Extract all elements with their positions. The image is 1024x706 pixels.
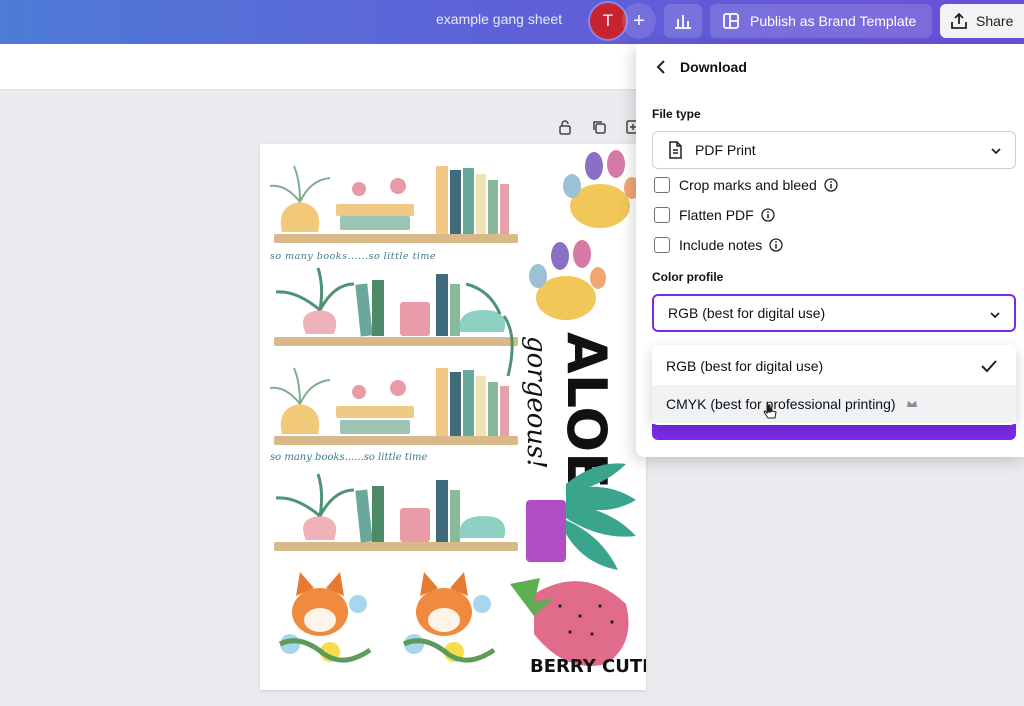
share-button[interactable]: Share xyxy=(940,4,1024,38)
flatten-pdf-label: Flatten PDF xyxy=(679,207,754,223)
option-cmyk-label: CMYK (best for professional printing) xyxy=(666,396,896,412)
panel-title: Download xyxy=(680,59,747,75)
color-profile-select[interactable]: RGB (best for digital use) xyxy=(652,294,1016,332)
chevron-down-icon xyxy=(990,312,1000,319)
bookshelf-illustration-1 xyxy=(269,165,518,243)
template-icon xyxy=(723,13,739,29)
bookshelf-illustration-2 xyxy=(274,267,518,377)
checkmark-icon xyxy=(981,360,997,373)
color-profile-label: Color profile xyxy=(652,270,724,284)
bookshelf-illustration-4 xyxy=(274,473,518,551)
berry-cute-text: BERRY CUTE xyxy=(530,656,646,677)
gorgeous-word: gorgeous! xyxy=(521,336,551,469)
flatten-pdf-option[interactable]: Flatten PDF xyxy=(654,207,775,223)
avatar-initial: T xyxy=(602,11,614,30)
top-toolbar: example gang sheet T + Publish as Brand … xyxy=(0,0,1024,44)
caption-text-2: so many books......so little time xyxy=(270,452,428,463)
dropdown-option-cmyk[interactable]: CMYK (best for professional printing) xyxy=(652,385,1016,423)
design-page[interactable]: so many books......so little time so man… xyxy=(260,144,646,690)
info-icon[interactable] xyxy=(824,178,838,192)
fox-illustration-1 xyxy=(278,572,372,663)
duplicate-page-icon[interactable] xyxy=(590,118,608,136)
info-icon[interactable] xyxy=(761,208,775,222)
user-avatar[interactable]: T xyxy=(590,3,626,39)
add-collaborator-button[interactable]: + xyxy=(622,3,656,39)
crown-icon xyxy=(906,401,917,407)
paw-print-illustration-2 xyxy=(529,240,606,320)
bar-chart-icon xyxy=(675,15,691,29)
publish-brand-template-button[interactable]: Publish as Brand Template xyxy=(710,4,932,38)
include-notes-checkbox[interactable] xyxy=(654,237,670,253)
chevron-down-icon xyxy=(991,148,1001,155)
crop-marks-option[interactable]: Crop marks and bleed xyxy=(654,177,838,193)
back-chevron-icon[interactable] xyxy=(652,57,672,77)
file-type-label: File type xyxy=(652,107,701,121)
include-notes-label: Include notes xyxy=(679,237,763,253)
page-tools xyxy=(556,118,642,136)
strawberry-illustration xyxy=(510,578,629,666)
option-rgb-label: RGB (best for digital use) xyxy=(666,358,824,374)
file-type-select[interactable]: PDF Print xyxy=(652,131,1016,169)
lock-icon[interactable] xyxy=(556,118,574,136)
download-panel-header: Download xyxy=(636,44,1024,90)
bookshelf-illustration-3 xyxy=(269,367,518,445)
download-button-partial[interactable] xyxy=(652,424,1016,440)
fox-illustration-2 xyxy=(402,572,496,663)
plus-icon: + xyxy=(633,9,645,32)
paw-print-illustration-1 xyxy=(563,150,640,228)
aloe-plant-illustration xyxy=(526,463,636,570)
info-icon[interactable] xyxy=(769,238,783,252)
publish-label: Publish as Brand Template xyxy=(750,13,917,29)
gang-sheet-artwork: so many books......so little time so man… xyxy=(269,150,646,677)
caption-text-1: so many books......so little time xyxy=(270,251,436,262)
document-icon xyxy=(669,141,682,159)
color-profile-value: RGB (best for digital use) xyxy=(668,305,826,321)
hand-cursor-icon xyxy=(763,404,777,419)
dropdown-option-rgb[interactable]: RGB (best for digital use) xyxy=(652,347,1016,385)
document-title[interactable]: example gang sheet xyxy=(436,11,562,27)
include-notes-option[interactable]: Include notes xyxy=(654,237,783,253)
color-profile-dropdown: RGB (best for digital use) CMYK (best fo… xyxy=(652,345,1016,425)
share-upload-icon xyxy=(951,12,967,29)
crop-marks-checkbox[interactable] xyxy=(654,177,670,193)
file-type-value: PDF Print xyxy=(695,142,756,158)
share-label: Share xyxy=(976,13,1014,29)
insights-button[interactable] xyxy=(664,4,702,38)
flatten-pdf-checkbox[interactable] xyxy=(654,207,670,223)
crop-marks-label: Crop marks and bleed xyxy=(679,177,817,193)
